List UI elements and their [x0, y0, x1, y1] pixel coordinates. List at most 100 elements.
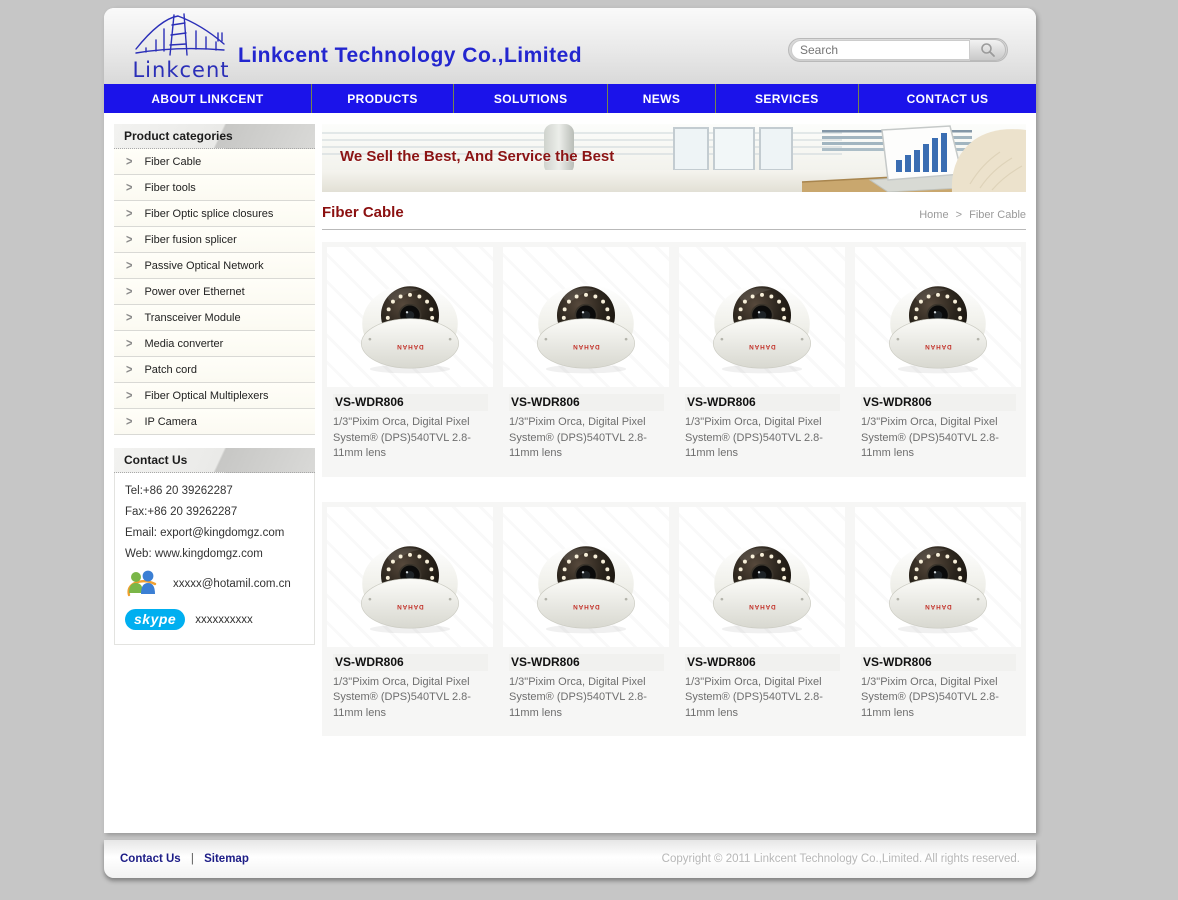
sidebar-item-power-over-ethernet[interactable]: > Power over Ethernet [114, 279, 315, 305]
product-name[interactable]: VS-WDR806 [861, 394, 1016, 411]
product-image[interactable] [855, 247, 1021, 387]
sidebar: Product categories >Fiber Cable >Fiber t… [114, 124, 315, 736]
breadcrumb: Home > Fiber Cable [919, 209, 1026, 221]
dome-camera-image [698, 515, 826, 639]
product-card[interactable]: VS-WDR806 1/3"Pixim Orca, Digital Pixel … [679, 247, 845, 472]
site-title: Linkcent Technology Co.,Limited [238, 44, 582, 68]
sidebar-item-patch-cord[interactable]: > Patch cord [114, 357, 315, 383]
category-label: IP Camera [144, 416, 196, 428]
msn-address[interactable]: xxxxx@hotamil.com.cn [173, 578, 291, 590]
chevron-right-icon: > [126, 336, 132, 350]
dome-camera-image [698, 255, 826, 379]
search-button[interactable] [970, 39, 1006, 61]
product-desc: 1/3"Pixim Orca, Digital Pixel System® (D… [509, 675, 661, 722]
product-image[interactable] [855, 507, 1021, 647]
product-name[interactable]: VS-WDR806 [333, 394, 488, 411]
banner-slogan: We Sell the Best, And Service the Best [340, 148, 614, 165]
product-card[interactable]: VS-WDR806 1/3"Pixim Orca, Digital Pixel … [679, 507, 845, 732]
dome-camera-image [874, 515, 1002, 639]
page-background: Linkcent Linkcent Technology Co.,Limited… [0, 0, 1178, 900]
contact-tel: Tel:+86 20 39262287 [125, 485, 306, 497]
contact-web: Web: www.kingdomgz.com [125, 548, 306, 560]
product-card[interactable]: VS-WDR806 1/3"Pixim Orca, Digital Pixel … [855, 507, 1021, 732]
dome-camera-image [346, 255, 474, 379]
product-image[interactable] [327, 247, 493, 387]
category-label: Fiber Cable [144, 156, 201, 168]
site-card: Linkcent Linkcent Technology Co.,Limited… [104, 8, 1036, 833]
breadcrumb-separator: > [956, 209, 962, 221]
contact-us-header: Contact Us [114, 448, 315, 473]
sidebar-item-fiber-cable[interactable]: > Fiber Cable [114, 149, 315, 175]
contact-us-title: Contact Us [124, 453, 187, 467]
nav-item-about-linkcent[interactable]: ABOUT LINKCENT [104, 84, 311, 113]
footer-sitemap-link[interactable]: Sitemap [204, 853, 249, 865]
product-card[interactable]: VS-WDR806 1/3"Pixim Orca, Digital Pixel … [503, 507, 669, 732]
footer-contact-us-link[interactable]: Contact Us [120, 853, 181, 865]
dome-camera-image [874, 255, 1002, 379]
chevron-right-icon: > [126, 284, 132, 298]
skype-row: skype xxxxxxxxxx [125, 609, 306, 630]
product-name[interactable]: VS-WDR806 [509, 394, 664, 411]
category-label: Fiber fusion splicer [144, 234, 236, 246]
category-label: Media converter [144, 338, 223, 350]
product-image[interactable] [503, 247, 669, 387]
category-label: Fiber Optic splice closures [144, 208, 273, 220]
category-label: Patch cord [144, 364, 197, 376]
sidebar-item-media-converter[interactable]: > Media converter [114, 331, 315, 357]
sidebar-item-transceiver-module[interactable]: >Transceiver Module [114, 305, 315, 331]
sidebar-item-ip-camera[interactable]: >IP Camera [114, 409, 315, 435]
dome-camera-image [522, 255, 650, 379]
main-nav: ABOUT LINKCENT PRODUCTS SOLUTIONS NEWS S… [104, 84, 1036, 113]
sidebar-item-fiber-fusion-splicer[interactable]: >Fiber fusion splicer [114, 227, 315, 253]
nav-item-news[interactable]: NEWS [607, 84, 714, 113]
product-desc: 1/3"Pixim Orca, Digital Pixel System® (D… [509, 415, 661, 462]
sidebar-item-fiber-tools[interactable]: >Fiber tools [114, 175, 315, 201]
product-name[interactable]: VS-WDR806 [685, 394, 840, 411]
sidebar-item-fiber-optic-splice-closures[interactable]: >Fiber Optic splice closures [114, 201, 315, 227]
chevron-right-icon: > [126, 154, 132, 168]
skype-id[interactable]: xxxxxxxxxx [195, 614, 253, 626]
product-name[interactable]: VS-WDR806 [333, 654, 488, 671]
contact-fax: Fax:+86 20 39262287 [125, 506, 306, 518]
contact-box: Tel:+86 20 39262287 Fax:+86 20 39262287 … [114, 473, 315, 645]
company-logo[interactable]: Linkcent [112, 10, 242, 82]
nav-item-solutions[interactable]: SOLUTIONS [453, 84, 607, 113]
msn-row: xxxxx@hotamil.com.cn [125, 569, 306, 599]
site-header: Linkcent Linkcent Technology Co.,Limited [104, 8, 1036, 84]
copyright-text: Copyright © 2011 Linkcent Technology Co.… [662, 853, 1020, 865]
title-row: Fiber Cable Home > Fiber Cable [322, 204, 1026, 230]
product-image[interactable] [503, 507, 669, 647]
product-card[interactable]: VS-WDR806 1/3"Pixim Orca, Digital Pixel … [327, 507, 493, 732]
sidebar-item-passive-optical-network[interactable]: >Passive Optical Network [114, 253, 315, 279]
dome-camera-image [346, 515, 474, 639]
product-name[interactable]: VS-WDR806 [861, 654, 1016, 671]
category-label: Power over Ethernet [144, 286, 244, 298]
contact-email: Email: export@kingdomgz.com [125, 527, 306, 539]
nav-item-contact-us[interactable]: CONTACT US [858, 84, 1036, 113]
nav-item-products[interactable]: PRODUCTS [311, 84, 453, 113]
category-label: Transceiver Module [144, 312, 240, 324]
product-row-2: VS-WDR806 1/3"Pixim Orca, Digital Pixel … [322, 502, 1026, 737]
category-label: Fiber tools [144, 182, 195, 194]
category-list: >Fiber Cable >Fiber tools >Fiber Optic s… [114, 149, 315, 435]
product-desc: 1/3"Pixim Orca, Digital Pixel System® (D… [685, 415, 837, 462]
product-name[interactable]: VS-WDR806 [509, 654, 664, 671]
msn-messenger-icon [125, 569, 159, 599]
breadcrumb-home-link[interactable]: Home [919, 209, 948, 221]
category-label: Fiber Optical Multiplexers [144, 390, 268, 402]
footer-links: Contact Us | Sitemap [120, 853, 249, 865]
footer-links-separator: | [191, 853, 194, 865]
product-name[interactable]: VS-WDR806 [685, 654, 840, 671]
chevron-right-icon: > [126, 362, 132, 376]
sidebar-item-fiber-optical-multiplexers[interactable]: >Fiber Optical Multiplexers [114, 383, 315, 409]
product-image[interactable] [679, 247, 845, 387]
product-card[interactable]: VS-WDR806 1/3"Pixim Orca, Digital Pixel … [327, 247, 493, 472]
product-image[interactable] [679, 507, 845, 647]
product-card[interactable]: VS-WDR806 1/3"Pixim Orca, Digital Pixel … [503, 247, 669, 472]
page-title: Fiber Cable [322, 204, 404, 221]
product-image[interactable] [327, 507, 493, 647]
product-card[interactable]: VS-WDR806 1/3"Pixim Orca, Digital Pixel … [855, 247, 1021, 472]
search-input[interactable] [791, 40, 970, 60]
breadcrumb-current: Fiber Cable [969, 209, 1026, 221]
nav-item-services[interactable]: SERVICES [715, 84, 858, 113]
